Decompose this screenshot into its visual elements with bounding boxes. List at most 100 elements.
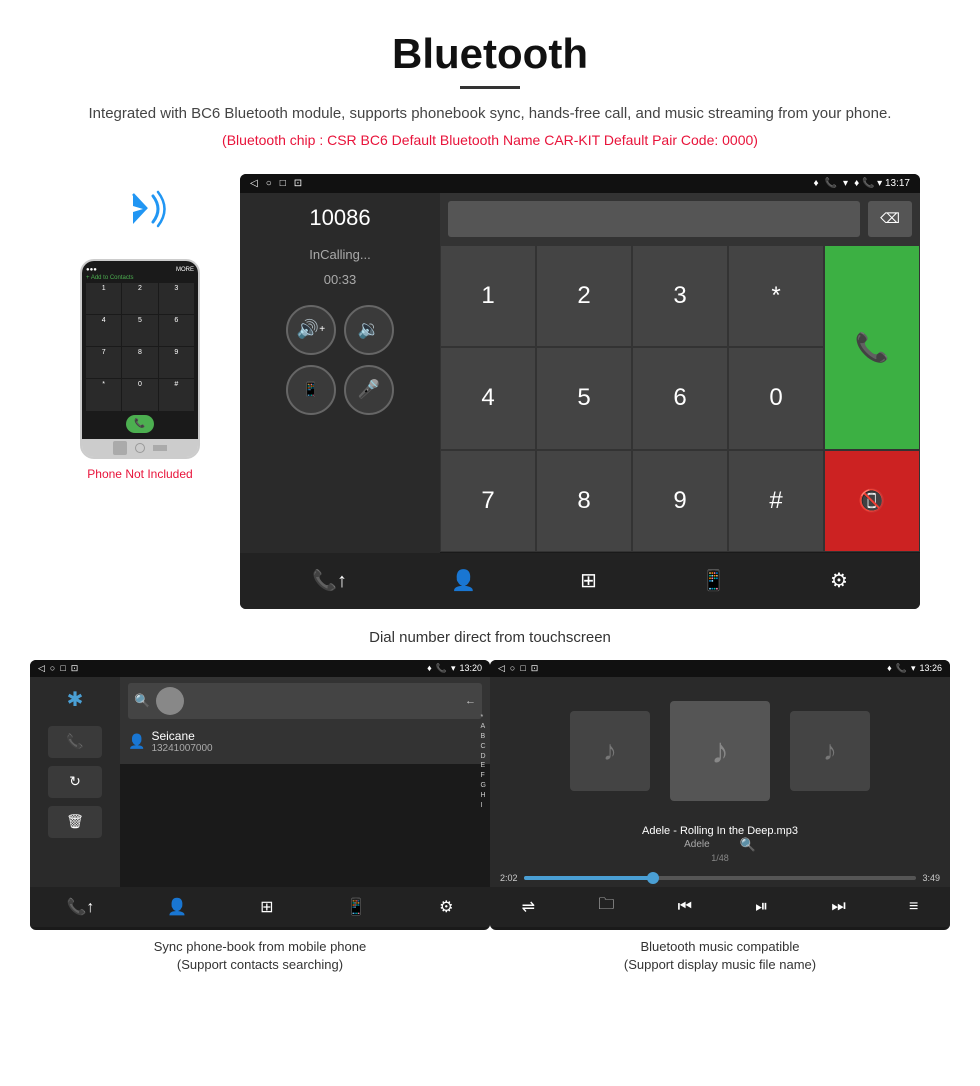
call-accept-button[interactable]: 📞	[824, 245, 920, 450]
contact-icon: 👤	[128, 733, 145, 750]
progress-fill	[524, 876, 654, 880]
album-art-left: ♪	[570, 711, 650, 791]
status-time-dial: ♦ 📞 ▾ 13:17	[854, 178, 910, 189]
dial-section: ●●●MORE + Add to Contacts 123 456 789 *0…	[0, 174, 980, 609]
numpad-2[interactable]: 2	[536, 245, 632, 348]
backspace-button[interactable]: ⌫	[868, 201, 912, 237]
pb-delete-button[interactable]: 🗑	[48, 806, 102, 838]
pb-bottom-contact-icon[interactable]: 👤	[167, 897, 187, 917]
numpad-5[interactable]: 5	[536, 347, 632, 450]
music-progress-area: 2:02 3:49	[490, 869, 950, 887]
volume-down-button[interactable]: 🔉	[344, 305, 394, 355]
call-decline-button[interactable]: 📵	[824, 450, 920, 553]
alpha-list: *ABCDEFGHI	[481, 713, 486, 811]
numpad-7[interactable]: 7	[440, 450, 536, 553]
progress-dot	[647, 872, 659, 884]
phonebook-right-panel: 🔍 ← 👤 Seicane 13241007000	[120, 677, 490, 764]
phonebook-caption-line2: (Support contacts searching)	[177, 957, 343, 972]
search-dot	[156, 687, 184, 715]
phone-screen-topbar: ●●●MORE	[86, 267, 194, 273]
music-note-right: ♪	[823, 735, 837, 767]
volume-up-button[interactable]: 🔊+	[286, 305, 336, 355]
music-time-current: 2:02	[500, 873, 518, 883]
pb-bottom-phone-icon[interactable]: 📞↑	[66, 897, 94, 917]
music-caption: Bluetooth music compatible (Support disp…	[490, 930, 950, 982]
numpad-hash[interactable]: #	[728, 450, 824, 553]
title-divider	[460, 86, 520, 89]
music-time-total: 3:49	[922, 873, 940, 883]
music-note-main: ♪	[711, 730, 729, 772]
bluetooth-status-icon: ✱	[67, 687, 84, 712]
dial-right-panel: ⌫ 1 2 3 * 📞 4 5 6 0 7 8 9 # 📵	[440, 193, 920, 553]
call-btn-row-1: 🔊+ 🔉	[252, 305, 428, 355]
phone-transfer-icon[interactable]: 📞↑	[312, 568, 347, 593]
equalizer-button[interactable]: ≡	[909, 898, 918, 916]
pb-bottom-dialpad-icon[interactable]: ⊞	[260, 897, 273, 917]
play-pause-button[interactable]: ⏯	[755, 898, 768, 916]
phonebook-caption-line1: Sync phone-book from mobile phone	[154, 939, 366, 954]
music-screen: ◁○□⊡ ♦📞▾13:26 ♪ ♪ ♪	[490, 660, 950, 930]
music-info: Adele - Rolling In the Deep.mp3 Adele 🔍 …	[490, 825, 950, 869]
next-button[interactable]: ⏭	[831, 898, 845, 916]
dial-input-field[interactable]	[448, 201, 860, 237]
phonebook-body: ✱ 📞 ↻ 🗑 🔍 ← 👤	[30, 677, 490, 887]
contact-row[interactable]: 👤 Seicane 13241007000	[128, 725, 482, 758]
call-timer: 00:33	[252, 272, 428, 287]
numpad-4[interactable]: 4	[440, 347, 536, 450]
bluetooth-specs: (Bluetooth chip : CSR BC6 Default Blueto…	[40, 132, 940, 148]
album-art-right: ♪	[790, 711, 870, 791]
dial-input-row: ⌫	[440, 193, 920, 245]
folder-button[interactable]: 🗀	[598, 893, 614, 920]
music-item: ◁○□⊡ ♦📞▾13:26 ♪ ♪ ♪	[490, 660, 950, 982]
phone-book-icon[interactable]: 📱	[701, 568, 726, 593]
numpad-grid: 1 2 3 * 📞 4 5 6 0 7 8 9 # 📵	[440, 245, 920, 553]
pb-call-button[interactable]: 📞	[48, 726, 102, 758]
numpad-3[interactable]: 3	[632, 245, 728, 348]
page-header: Bluetooth Integrated with BC6 Bluetooth …	[0, 0, 980, 174]
pb-bottom-settings-icon[interactable]: ⚙	[439, 897, 453, 917]
phone-device: ●●●MORE + Add to Contacts 123 456 789 *0…	[80, 259, 200, 459]
music-body: ♪ ♪ ♪ Adele - Rolling In the Deep.mp3 Ad…	[490, 677, 950, 887]
numpad-9[interactable]: 9	[632, 450, 728, 553]
caller-number: 10086	[252, 205, 428, 231]
phone-dialpad-mini: 123 456 789 *0#	[86, 283, 194, 411]
dial-caption: Dial number direct from touchscreen	[0, 619, 980, 660]
mute-button[interactable]: 🎤	[344, 365, 394, 415]
contact-name: Seicane	[151, 729, 212, 743]
numpad-1[interactable]: 1	[440, 245, 536, 348]
pb-bottom-phonebook-icon[interactable]: 📱	[346, 897, 366, 917]
music-note-left: ♪	[603, 735, 617, 767]
dialpad-icon[interactable]: ⊞	[580, 568, 597, 593]
contacts-icon[interactable]: 👤	[451, 568, 476, 593]
music-caption-line1: Bluetooth music compatible	[641, 939, 800, 954]
phone-add-contacts: + Add to Contacts	[86, 275, 194, 281]
car-screen-dial: ◁ ○ □ ⊡ ♦ 📞 ▾ ♦ 📞 ▾ 13:17 10086 InCallin…	[240, 174, 920, 609]
dial-left-panel: 10086 InCalling... 00:33 🔊+ 🔉 📱 🎤	[240, 193, 440, 553]
status-bar-dial: ◁ ○ □ ⊡ ♦ 📞 ▾ ♦ 📞 ▾ 13:17	[240, 174, 920, 193]
phonebook-caption: Sync phone-book from mobile phone (Suppo…	[30, 930, 490, 982]
phone-screen: ●●●MORE + Add to Contacts 123 456 789 *0…	[82, 261, 198, 439]
progress-bar[interactable]	[524, 876, 917, 880]
numpad-6[interactable]: 6	[632, 347, 728, 450]
music-track-count: 1/48	[500, 853, 940, 863]
prev-button[interactable]: ⏮	[678, 898, 692, 916]
numpad-zero[interactable]: 0	[728, 347, 824, 450]
music-caption-line2: (Support display music file name)	[624, 957, 816, 972]
phonebook-screen: ◁○□⊡ ♦📞▾13:20 ✱ 📞 ↻ 🗑 🔍	[30, 660, 490, 930]
transfer-button[interactable]: 📱	[286, 365, 336, 415]
album-art-main: ♪	[670, 701, 770, 801]
pb-sync-button[interactable]: ↻	[48, 766, 102, 798]
phonebook-right-wrapper: 🔍 ← 👤 Seicane 13241007000	[120, 677, 490, 887]
music-status-bar: ◁○□⊡ ♦📞▾13:26	[490, 660, 950, 677]
numpad-star[interactable]: *	[728, 245, 824, 348]
phonebook-status-bar: ◁○□⊡ ♦📞▾13:20	[30, 660, 490, 677]
music-search-icon[interactable]: 🔍	[740, 837, 756, 853]
numpad-8[interactable]: 8	[536, 450, 632, 553]
shuffle-button[interactable]: ⇌	[522, 897, 535, 917]
calling-status: InCalling...	[252, 247, 428, 262]
back-arrow-icon: ←	[465, 695, 476, 707]
settings-icon[interactable]: ⚙	[830, 568, 848, 593]
call-btn-row-2: 📱 🎤	[252, 365, 428, 415]
phonebook-item: ◁○□⊡ ♦📞▾13:20 ✱ 📞 ↻ 🗑 🔍	[30, 660, 490, 982]
music-controls: ⇌ 🗀 ⏮ ⏯ ⏭ ≡	[490, 887, 950, 927]
